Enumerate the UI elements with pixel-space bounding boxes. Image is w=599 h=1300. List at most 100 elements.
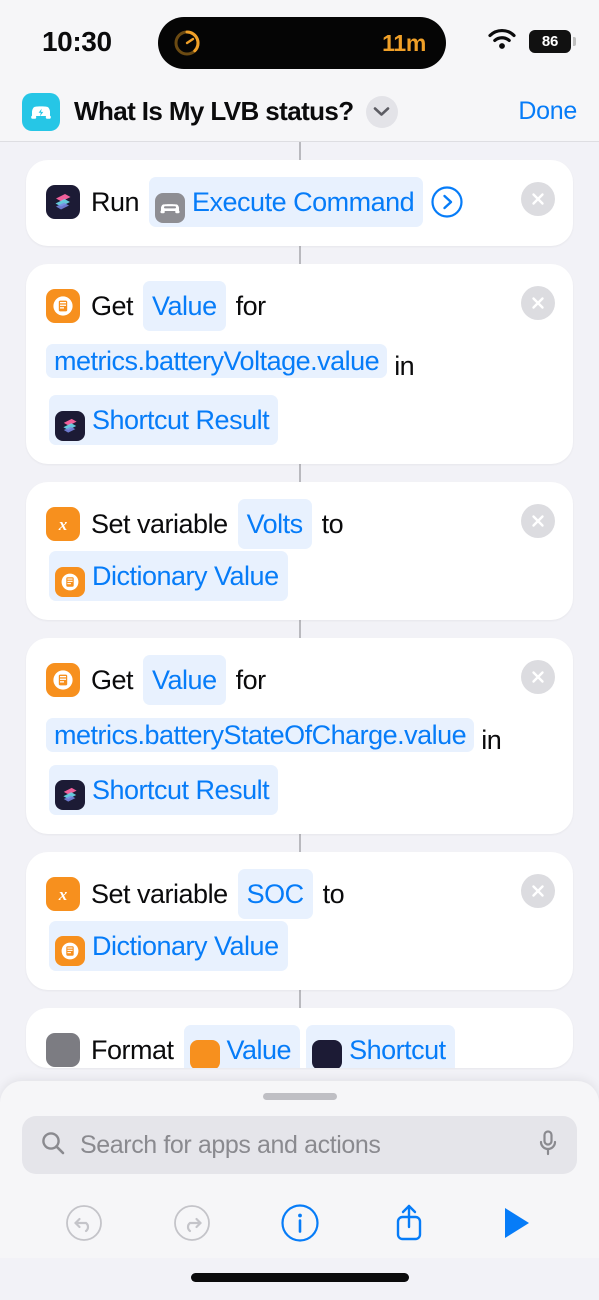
action-token-partial[interactable]: Value (183, 1024, 301, 1068)
search-bar[interactable]: Search for apps and actions (22, 1116, 577, 1174)
shortcuts-app-icon (312, 1036, 343, 1068)
action-label-in: in (481, 724, 502, 755)
action-label-in: in (394, 350, 415, 381)
dictionary-icon (46, 662, 80, 697)
flow-connector (298, 833, 301, 852)
sheet-grabber[interactable] (262, 1093, 337, 1100)
action-card-set-variable-soc[interactable]: x Set variable SOC to Dictionary Value (26, 851, 573, 990)
action-list[interactable]: Run Execute Command Get Value for metric… (0, 142, 599, 1082)
svg-text:x: x (58, 515, 68, 534)
action-token-partial-2[interactable]: Shortcut (306, 1024, 455, 1068)
action-card-content-row2: Dictionary Value (46, 550, 553, 601)
shortcuts-app-icon (55, 776, 85, 811)
flow-connector (298, 142, 301, 160)
action-token-variable-name[interactable]: SOC (237, 868, 313, 919)
bottom-toolbar (0, 1192, 599, 1258)
action-card-content: Get Value for (46, 654, 553, 705)
action-token-label: Execute Command (192, 187, 415, 217)
shortcuts-app-icon (46, 185, 80, 219)
undo-button[interactable] (64, 1203, 104, 1248)
variable-x-icon: x (46, 506, 80, 541)
flow-connector (298, 463, 301, 482)
status-bar-time: 10:30 (42, 26, 112, 57)
search-icon (40, 1130, 66, 1161)
car-icon (155, 189, 186, 223)
action-label-set-variable: Set variable (91, 508, 228, 539)
action-token-value[interactable]: Value (143, 654, 226, 705)
action-token-label: Shortcut (349, 1034, 446, 1065)
dictionary-icon (55, 932, 85, 967)
chevron-down-icon[interactable] (365, 95, 398, 128)
delete-action-button[interactable] (521, 182, 555, 216)
action-card-get-value-voltage[interactable]: Get Value for metrics.batteryVoltage.val… (26, 264, 573, 464)
delete-action-button[interactable] (521, 659, 555, 694)
delete-action-button[interactable] (521, 503, 555, 538)
play-button[interactable] (497, 1202, 535, 1249)
dynamic-island-timer-label: 11m (382, 29, 426, 56)
action-card-content-row2: Dictionary Value (46, 920, 553, 971)
action-label-to: to (322, 878, 345, 909)
redo-button[interactable] (172, 1203, 212, 1248)
action-label-to: to (321, 508, 344, 539)
action-label-for: for (235, 664, 267, 695)
action-token-label: Value (226, 1034, 292, 1065)
dictionary-icon (189, 1036, 220, 1068)
action-token-execute-command[interactable]: Execute Command (149, 177, 424, 227)
battery-icon: 86 (529, 30, 576, 53)
action-token-shortcut-result[interactable]: Shortcut Result (49, 394, 279, 445)
action-card-content: x Set variable Volts to (46, 498, 553, 549)
action-card-get-value-soc[interactable]: Get Value for metrics.batteryStateOfChar… (26, 637, 573, 834)
variable-x-icon: x (46, 876, 80, 911)
navigation-bar: What Is My LVB status? Done (0, 82, 599, 142)
action-card-content: Run Execute Command (46, 177, 553, 227)
done-button[interactable]: Done (518, 97, 577, 126)
action-token-dictionary-value[interactable]: Dictionary Value (49, 550, 288, 601)
action-card-partially-hidden[interactable]: Format Value Shortcut (26, 1007, 573, 1068)
shortcuts-app-icon (55, 407, 85, 441)
action-label-set-variable: Set variable (91, 878, 228, 909)
action-label-partial: Format (91, 1034, 174, 1065)
text-action-icon (46, 1032, 80, 1067)
status-bar: 10:30 11m 86 (0, 0, 599, 82)
action-token-key-path[interactable]: metrics.batteryVoltage.value (46, 344, 388, 378)
action-card-content-row3: Shortcut Result (46, 394, 553, 445)
action-token-label: Dictionary Value (92, 930, 279, 961)
action-search-sheet[interactable]: Search for apps and actions (0, 1081, 599, 1192)
chevron-right-circle-icon[interactable] (430, 185, 464, 219)
timer-ring-icon (172, 28, 202, 58)
action-card-run-shortcut[interactable]: Run Execute Command (26, 160, 573, 246)
action-label-for: for (235, 291, 267, 321)
flow-connector (298, 246, 301, 264)
search-input[interactable]: Search for apps and actions (80, 1131, 523, 1160)
action-token-dictionary-value[interactable]: Dictionary Value (49, 920, 288, 971)
ev-car-app-icon (22, 92, 60, 131)
action-token-shortcut-result[interactable]: Shortcut Result (49, 764, 279, 815)
action-card-set-variable-volts[interactable]: x Set variable Volts to Dictionary Value (26, 481, 573, 620)
action-card-content: Format Value Shortcut (46, 1024, 553, 1068)
flow-connector (298, 989, 301, 1008)
action-card-content: x Set variable SOC to (46, 868, 553, 919)
home-indicator (190, 1273, 409, 1282)
action-token-value[interactable]: Value (143, 281, 226, 331)
action-token-label: Shortcut Result (92, 404, 270, 435)
dictionary-icon (55, 563, 85, 597)
svg-text:x: x (58, 885, 68, 904)
action-label-run: Run (91, 187, 140, 217)
action-card-content: Get Value for (46, 281, 553, 331)
info-button[interactable] (279, 1202, 321, 1249)
action-label-get: Get (91, 291, 134, 321)
action-token-variable-name[interactable]: Volts (237, 498, 312, 549)
action-token-label: Dictionary Value (92, 560, 279, 591)
dynamic-island[interactable]: 11m (158, 17, 446, 69)
delete-action-button[interactable] (521, 286, 555, 320)
battery-level-label: 86 (541, 33, 559, 50)
action-token-label: Shortcut Result (92, 774, 270, 805)
action-label-get: Get (91, 664, 134, 695)
share-button[interactable] (389, 1200, 429, 1251)
delete-action-button[interactable] (521, 873, 555, 908)
wifi-icon (487, 28, 517, 55)
action-token-key-path[interactable]: metrics.batteryStateOfCharge.value (46, 717, 475, 752)
status-bar-indicators: 86 (487, 28, 576, 55)
microphone-icon[interactable] (537, 1129, 559, 1162)
shortcuts-editor-screen: 10:30 11m 86 What Is My LVB status? Done… (0, 0, 599, 1300)
